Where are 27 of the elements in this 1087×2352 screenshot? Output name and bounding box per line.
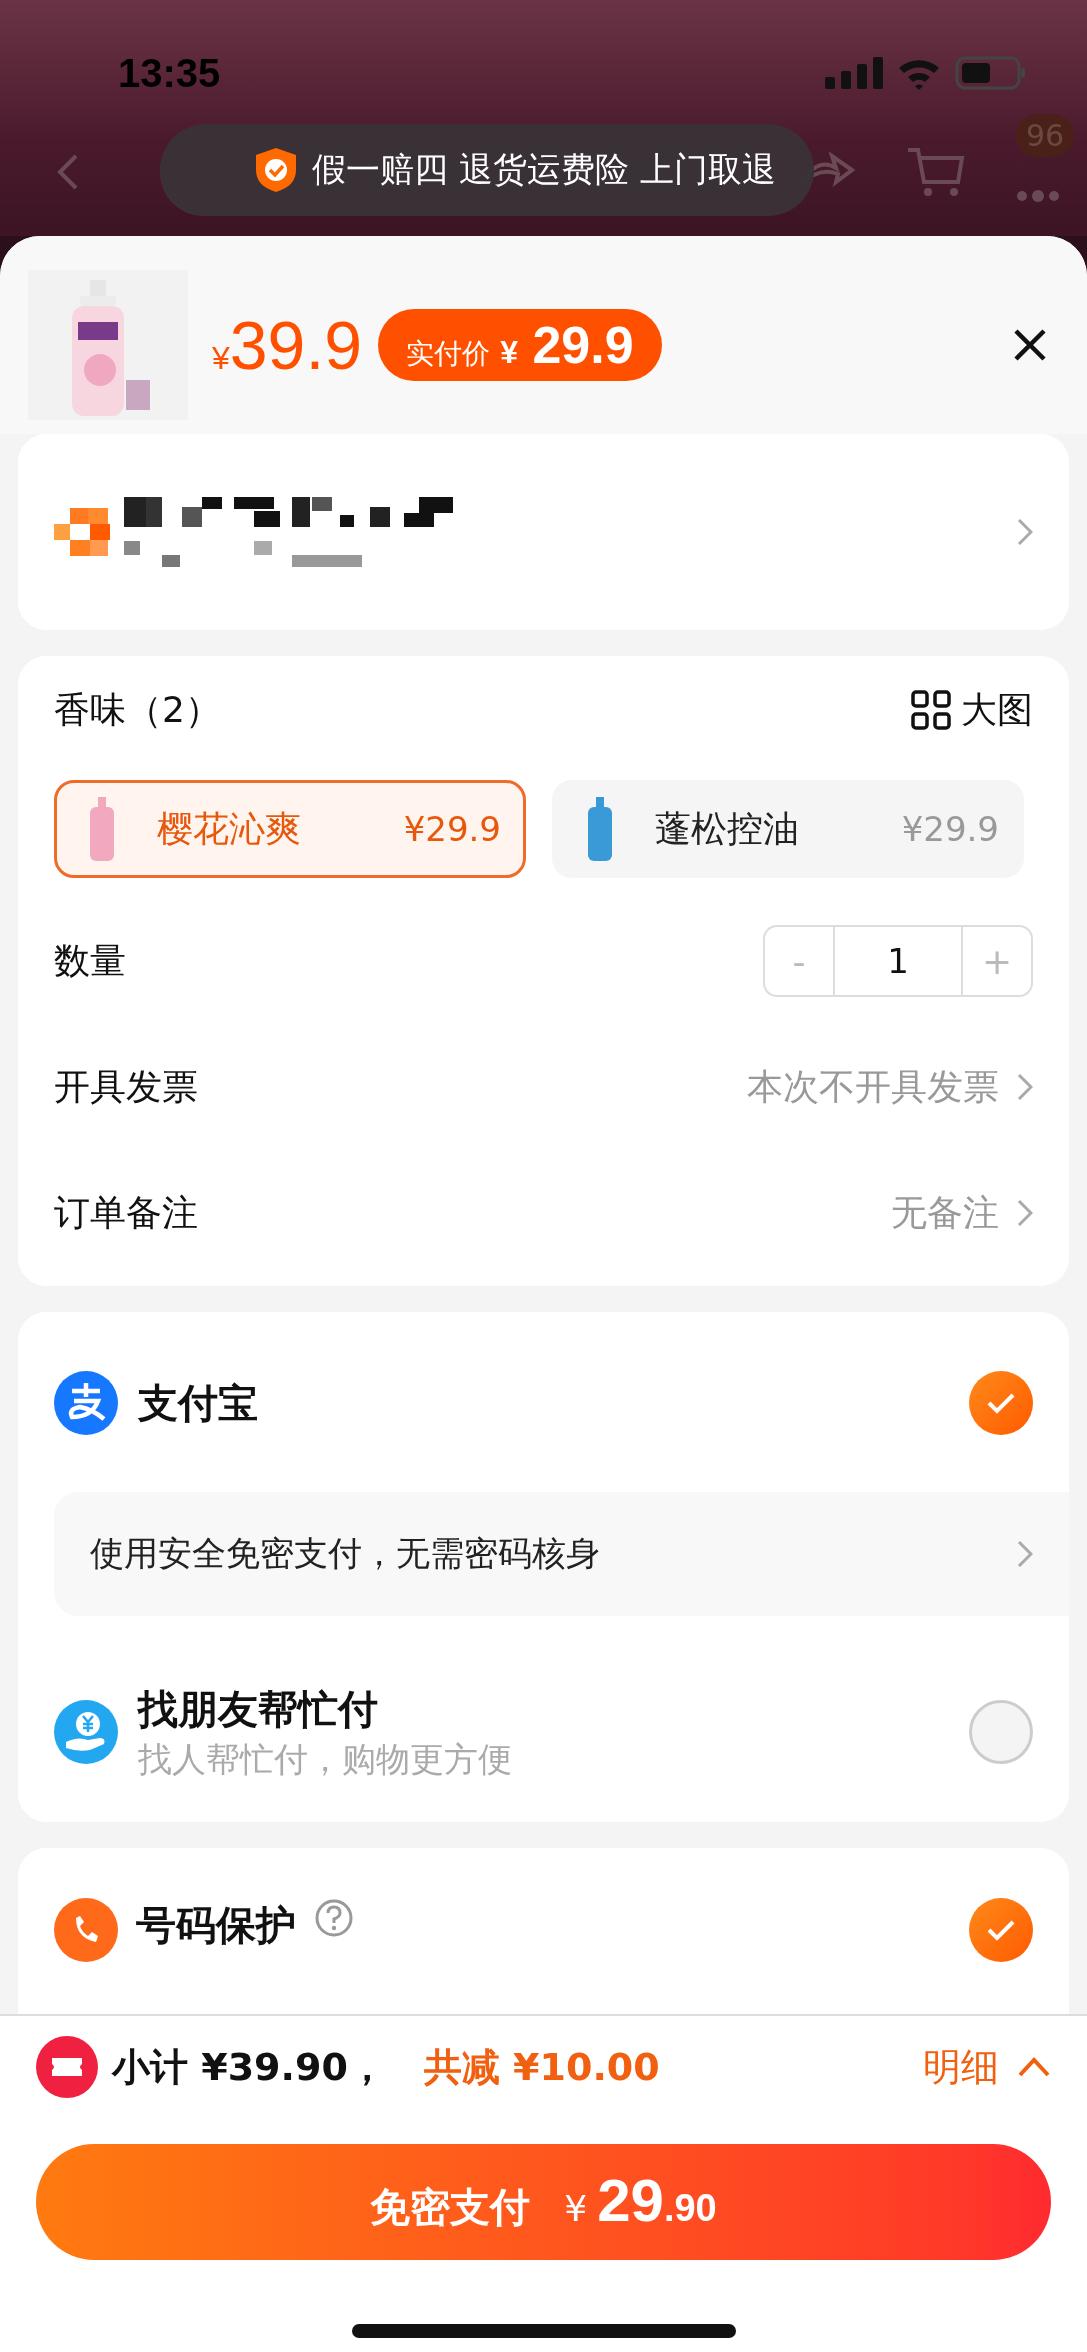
row-label: 订单备注 [54,1190,198,1235]
payment-subtitle: 找人帮忙付，购物更方便 [138,1737,513,1781]
pay-button[interactable]: 免密支付 ¥ 29.90 [36,2144,1051,2260]
status-time: 13:35 [118,50,221,96]
increase-button[interactable]: + [963,927,1031,995]
protection-title: 号码保护 [136,1901,296,1950]
payment-name: 支付宝 [138,1378,259,1428]
final-price: ¥ 29.9 [500,315,634,375]
banner-text: 使用安全免密支付，无需密码核身 [90,1532,600,1575]
toast-text: 假一赔四 退货运费险 上门取退 [312,148,776,191]
quantity-label: 数量 [54,938,126,983]
decrease-button[interactable]: - [765,927,833,995]
large-image-button[interactable]: 大图 [911,685,1033,735]
details-button[interactable]: 明细 [923,2041,1051,2093]
final-price-label: 实付价 [406,336,491,372]
variant-option[interactable]: 樱花沁爽 ¥29.9 [54,780,526,878]
variant-option[interactable]: 蓬松控油 ¥29.9 [552,780,1024,878]
row-value-link[interactable]: 无备注 [891,1188,1033,1238]
quantity-field[interactable]: 1 [833,927,963,995]
discount-text: 共减 ¥10.00 [423,2043,660,2091]
row-label: 开具发票 [54,1064,198,1109]
row-value-link[interactable]: 本次不开具发票 [747,1062,1033,1112]
original-price: ¥39.9 [212,306,363,384]
payment-name: 找朋友帮忙付 [138,1684,379,1734]
password-free-banner[interactable]: 使用安全免密支付，无需密码核身 [54,1492,1069,1616]
subtotal-text: 小计 ¥39.90， [112,2043,386,2091]
spec-title: 香味（2） [54,687,221,732]
